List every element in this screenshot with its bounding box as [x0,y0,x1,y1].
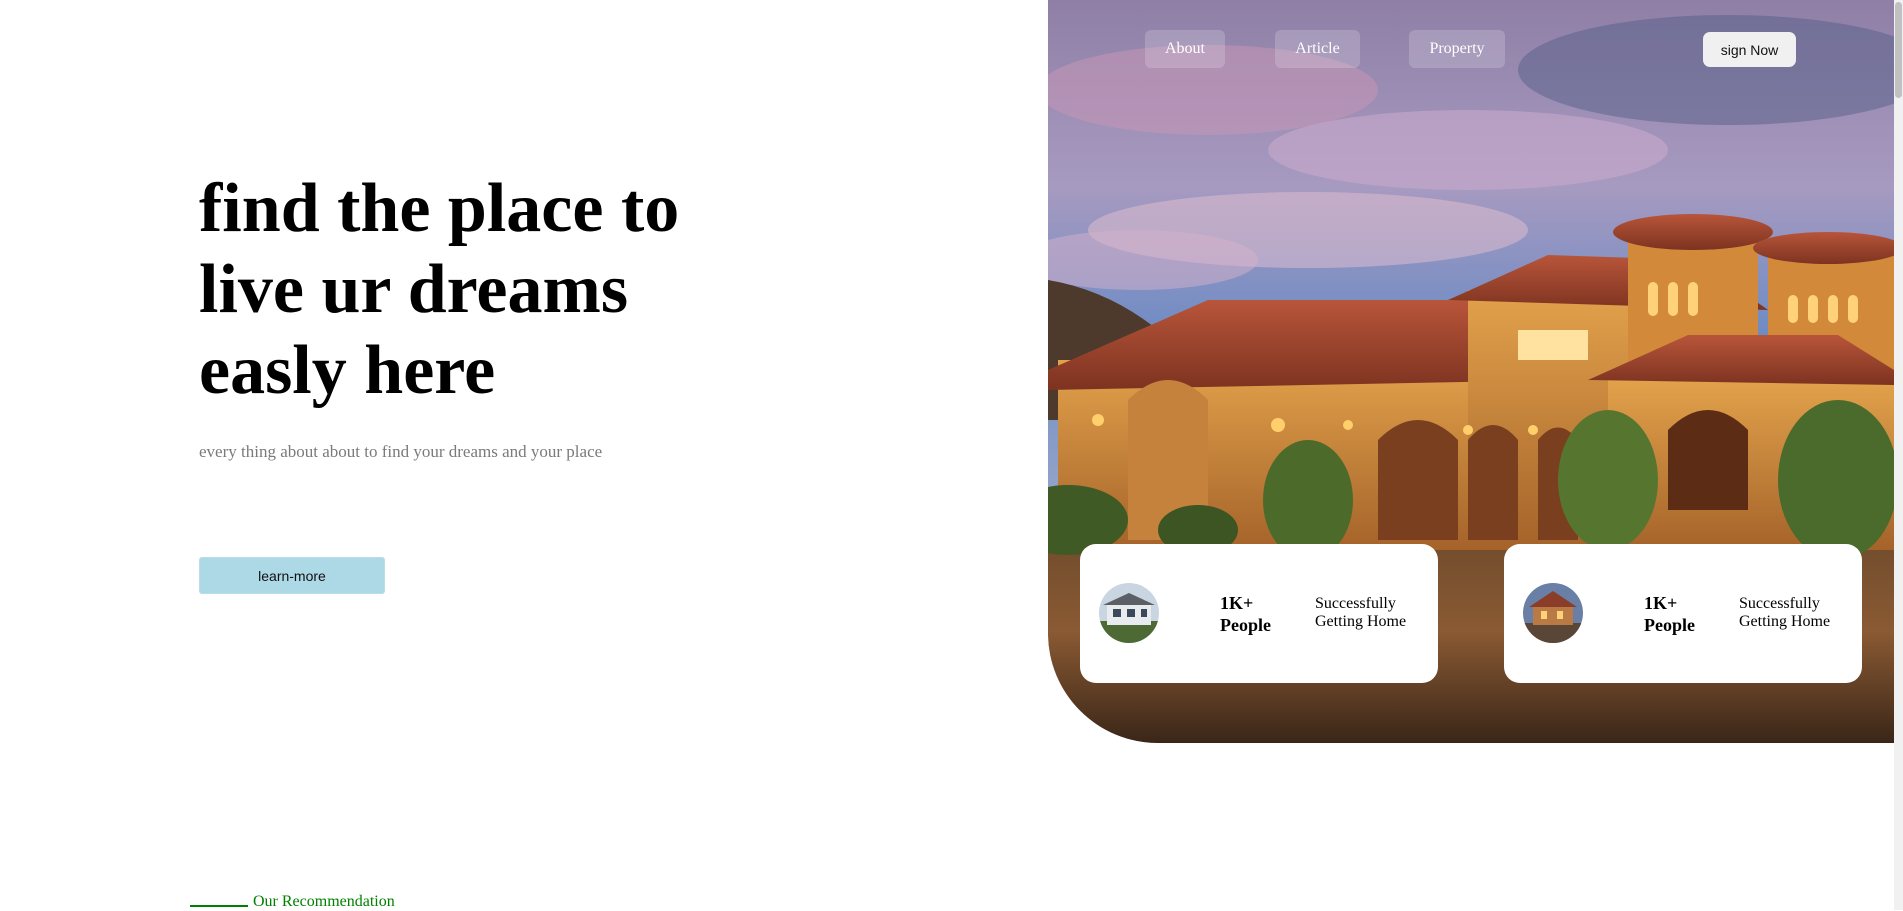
page-scrollbar[interactable] [1894,0,1903,910]
house-photo-icon [1523,583,1583,643]
recommendation-divider [190,905,248,907]
stat-description: Successfully Getting Home [1315,595,1407,630]
sign-now-button[interactable]: sign Now [1703,32,1796,67]
stat-description: Successfully Getting Home [1739,595,1831,630]
house-photo-icon [1099,583,1159,643]
scrollbar-thumb[interactable] [1895,2,1902,98]
hero-title-line: easly here [199,332,496,409]
stat-count: 1K+ People [1220,593,1271,635]
nav-about-link[interactable]: About [1145,30,1225,68]
learn-more-button[interactable]: learn-more [199,557,385,594]
recommendation-heading: Our Recommendation [253,893,395,910]
hero-subtitle: every thing about about to find your dre… [199,442,603,461]
nav-property-link[interactable]: Property [1409,30,1505,68]
stat-card: 1K+ People Successfully Getting Home [1080,544,1438,683]
stat-card: 1K+ People Successfully Getting Home [1504,544,1862,683]
hero-title-line: live ur dreams [199,251,629,328]
nav-article-link[interactable]: Article [1275,30,1360,68]
hero-title: find the place to live ur dreams easly h… [199,168,799,411]
hero-title-line: find the place to [199,170,680,247]
stat-count: 1K+ People [1644,593,1695,635]
